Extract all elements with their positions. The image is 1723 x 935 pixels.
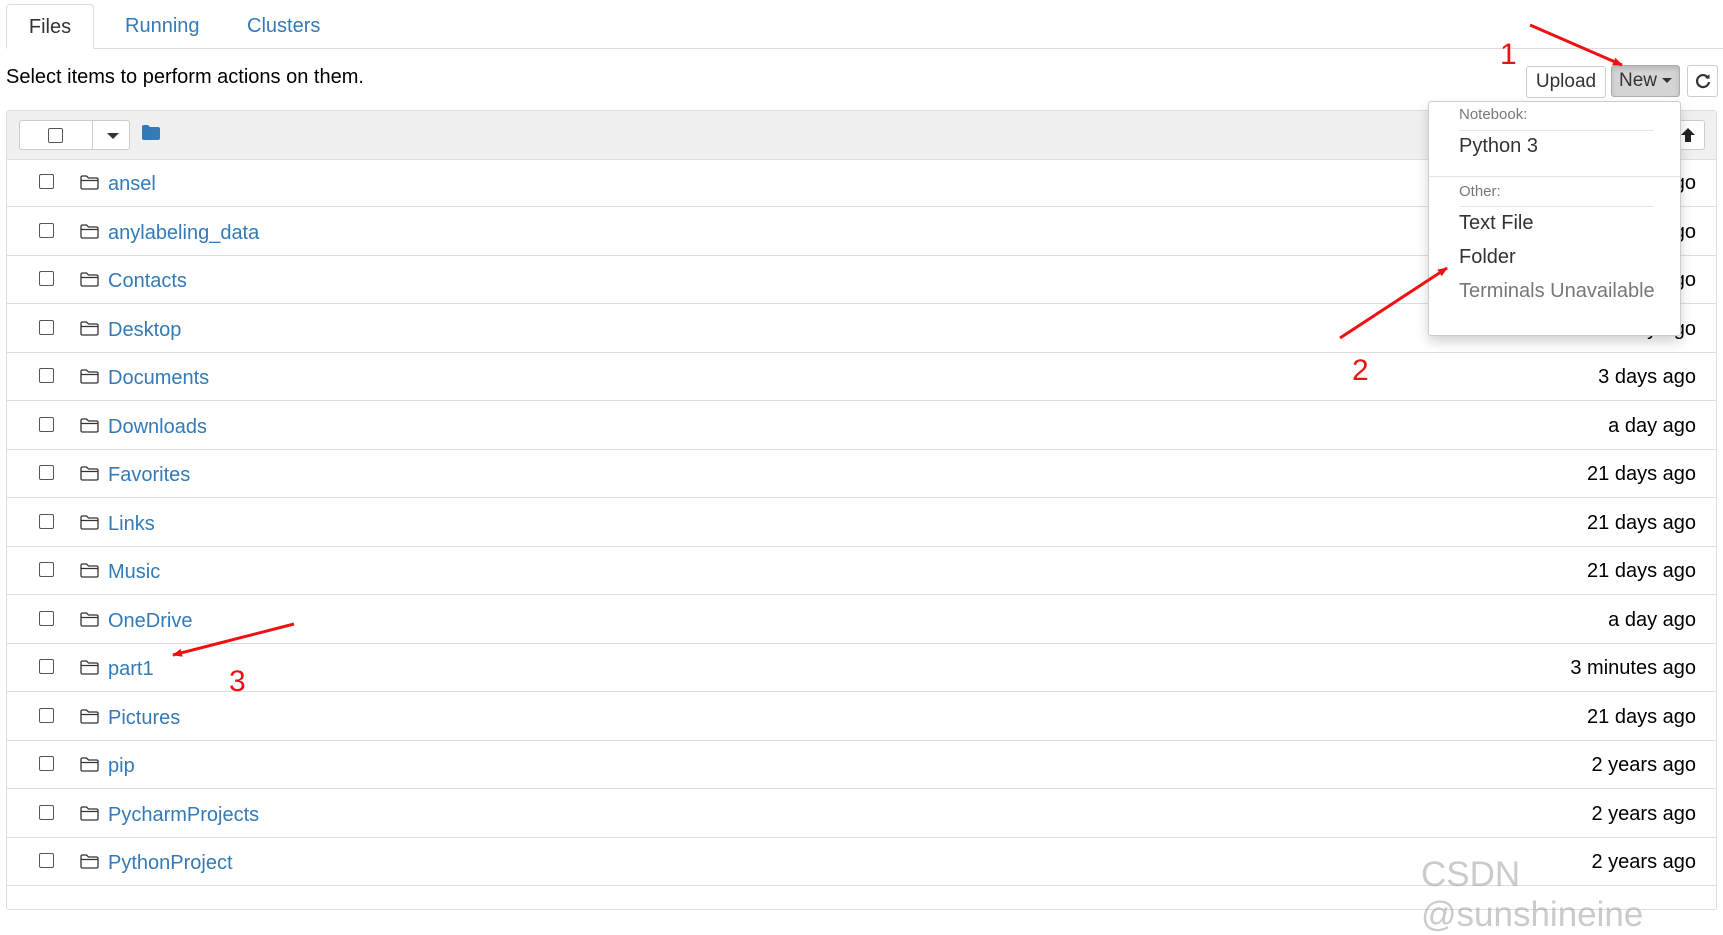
folder-icon [80,757,99,777]
refresh-button[interactable] [1687,65,1718,97]
row-checkbox[interactable] [39,222,54,238]
file-row[interactable]: Links 21 days ago [7,499,1716,547]
file-name-link[interactable]: Music [108,561,160,584]
file-row[interactable]: Documents 3 days ago [7,353,1716,401]
select-all-checkbox[interactable] [48,128,63,143]
folder-icon [80,175,99,195]
menu-divider [1459,130,1654,131]
file-name-link[interactable]: anylabeling_data [108,222,259,245]
upload-button[interactable]: Upload [1526,66,1606,98]
file-name-link[interactable]: Documents [108,367,209,390]
instructions-text: Select items to perform actions on them. [6,66,364,88]
new-dropdown-menu: Notebook: Python 3 Other: Text File Fold… [1428,101,1681,336]
row-checkbox[interactable] [39,174,54,189]
folder-icon [80,660,99,680]
menu-item-folder[interactable]: Folder [1459,246,1516,269]
row-checkbox[interactable] [39,513,54,529]
select-divider [92,121,93,149]
file-name-link[interactable]: ansel [108,173,156,196]
row-checkbox[interactable] [39,804,54,820]
folder-icon [80,563,99,583]
tab-clusters[interactable]: Clusters [224,4,343,48]
new-button-label: New [1618,70,1657,91]
select-all-group [19,120,130,150]
caret-down-icon [1662,78,1672,84]
tab-running[interactable]: Running [102,4,223,48]
file-name-link[interactable]: Links [108,513,155,536]
refresh-icon [1695,74,1711,89]
folder-icon [80,805,99,826]
last-modified: 21 days ago [1587,463,1696,485]
file-row[interactable]: part1 3 minutes ago [7,644,1716,692]
file-name-link[interactable]: PythonProject [108,852,233,875]
row-checkbox[interactable] [39,853,54,868]
last-modified: 21 days ago [1587,511,1696,534]
annotation-label-2: 2 [1352,354,1369,387]
folder-icon [80,417,99,438]
menu-item-text-file[interactable]: Text File [1459,212,1533,235]
file-row[interactable]: Favorites 21 days ago [7,450,1716,498]
file-row[interactable]: OneDrive a day ago [7,596,1716,644]
row-checkbox[interactable] [39,756,54,771]
annotation-label-3: 3 [229,665,246,698]
folder-icon [80,854,99,874]
file-row[interactable]: PycharmProjects 2 years ago [7,790,1716,838]
file-name-link[interactable]: Pictures [108,707,180,730]
last-modified: a day ago [1608,414,1696,437]
row-checkbox[interactable] [39,562,54,577]
row-checkbox[interactable] [39,416,54,432]
row-checkbox[interactable] [39,659,54,674]
last-modified: 2 years ago [1591,754,1696,776]
menu-divider [1459,206,1654,207]
file-name-link[interactable]: PycharmProjects [108,804,259,827]
folder-icon[interactable] [142,125,160,140]
last-modified: 21 days ago [1587,560,1696,582]
watermark: CSDN @sunshineine [1421,855,1644,934]
folder-icon [80,272,99,292]
folder-icon [80,514,99,535]
row-checkbox[interactable] [39,610,54,626]
arrow-up-icon-glyph [1681,128,1695,142]
file-name-link[interactable]: Favorites [108,464,190,487]
folder-icon [80,611,99,632]
last-modified: 21 days ago [1587,705,1696,728]
folder-icon [80,466,99,486]
folder-icon [80,708,99,729]
last-modified: 3 days ago [1598,366,1696,388]
file-name-link[interactable]: part1 [108,658,154,681]
last-modified: a day ago [1608,608,1696,631]
annotation-label-1: 1 [1500,38,1517,71]
folder-icon [80,369,99,389]
file-name-link[interactable]: Desktop [108,319,181,342]
folder-icon [80,223,99,244]
file-name-link[interactable]: pip [108,755,135,778]
file-row[interactable]: Pictures 21 days ago [7,693,1716,741]
select-menu-caret-icon[interactable] [107,133,119,139]
notebook-header: Notebook: [1459,106,1528,123]
menu-item-terminals-unavailable: Terminals Unavailable [1459,280,1655,302]
row-checkbox[interactable] [39,319,54,335]
last-modified: 2 years ago [1591,802,1696,825]
tab-bar: Files Running Clusters [6,0,1723,49]
tab-files[interactable]: Files [6,4,94,49]
row-checkbox[interactable] [39,271,54,286]
file-name-link[interactable]: Contacts [108,270,187,293]
other-header: Other: [1459,183,1501,200]
file-row[interactable]: Downloads a day ago [7,402,1716,450]
last-modified: 3 minutes ago [1570,657,1696,679]
menu-section-divider [1429,176,1680,177]
file-row[interactable]: Music 21 days ago [7,547,1716,595]
file-name-link[interactable]: Downloads [108,416,207,439]
file-name-link[interactable]: OneDrive [108,610,192,633]
row-checkbox[interactable] [39,465,54,480]
menu-item-python3[interactable]: Python 3 [1459,135,1538,158]
new-dropdown-button[interactable]: New [1611,65,1680,97]
row-checkbox[interactable] [39,368,54,383]
file-row[interactable]: pip 2 years ago [7,741,1716,789]
folder-icon [80,320,99,341]
row-checkbox[interactable] [39,707,54,723]
